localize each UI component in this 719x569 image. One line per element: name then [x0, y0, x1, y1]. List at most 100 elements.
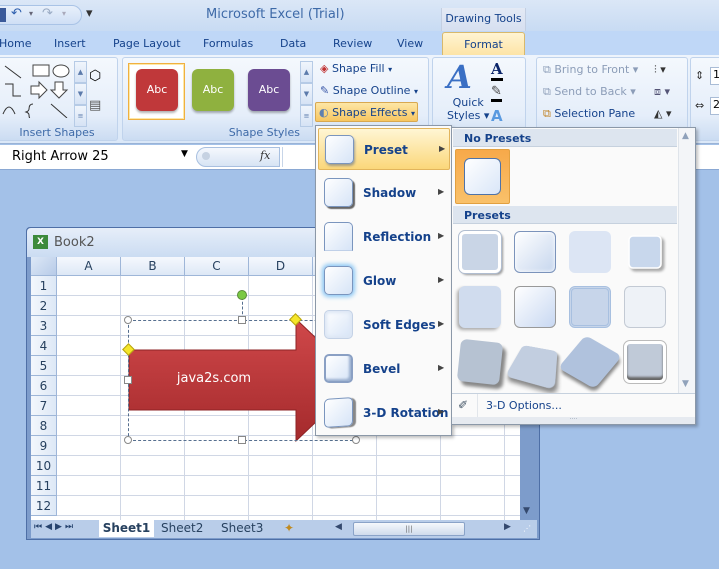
column-header[interactable]: D [249, 257, 313, 276]
hscroll-right-arrow[interactable]: ▶ [504, 522, 511, 532]
row-header[interactable]: 1 [31, 276, 57, 296]
resize-handle-bottom[interactable] [238, 436, 246, 444]
row-header[interactable]: 4 [31, 336, 57, 356]
group-icon[interactable]: ⧈ ▾ [654, 85, 670, 99]
gallery-resize-grip[interactable]: ···· [452, 417, 695, 424]
selection-pane-button[interactable]: ⧉ Selection Pane [543, 107, 635, 121]
preset-option[interactable] [569, 286, 611, 328]
preset-option[interactable] [514, 231, 556, 273]
style-swatch-red[interactable]: Abc [136, 69, 178, 111]
resize-handle-left[interactable] [124, 376, 132, 384]
text-effects-icon[interactable]: A [491, 107, 503, 125]
insert-sheet-icon[interactable]: ✦ [284, 520, 294, 537]
effects-menu-item-bevel[interactable]: Bevel ▶ [318, 348, 450, 390]
preset-option[interactable] [459, 286, 501, 328]
resize-handle-top-left[interactable] [124, 316, 132, 324]
expand-knob-icon[interactable] [202, 152, 210, 160]
send-to-back-button[interactable]: ⧉ Send to Back ▾ [543, 85, 636, 99]
gallery-scroll-up[interactable]: ▲ [682, 131, 689, 141]
row-header[interactable]: 9 [31, 436, 57, 456]
horizontal-scroll-thumb[interactable]: ||| [353, 522, 465, 536]
align-icon[interactable]: ⫶ ▾ [654, 63, 666, 77]
row-header[interactable]: 3 [31, 316, 57, 336]
tab-page-layout[interactable]: Page Layout [113, 37, 181, 50]
column-header[interactable]: C [185, 257, 249, 276]
tab-formulas[interactable]: Formulas [203, 37, 253, 50]
row-header[interactable]: 5 [31, 356, 57, 376]
rotation-handle[interactable] [237, 290, 247, 300]
effects-menu-item-soft-edges[interactable]: Soft Edges ▶ [318, 304, 450, 346]
row-header[interactable]: 11 [31, 476, 57, 496]
preset-option[interactable] [514, 286, 556, 328]
sheet-nav-buttons[interactable]: ⏮◀▶⏭ [34, 522, 76, 532]
effects-menu-item-preset[interactable]: Preset ▶ [318, 128, 450, 170]
row-header[interactable]: 6 [31, 376, 57, 396]
shapes-scroll-up[interactable]: ▲ [74, 61, 87, 83]
tab-format[interactable]: Format [442, 32, 525, 56]
column-header[interactable]: A [57, 257, 121, 276]
shapes-scroll-down[interactable]: ▼ [74, 83, 87, 105]
shape-outline-button[interactable]: ✎ Shape Outline ▾ [320, 84, 418, 97]
quick-styles-icon[interactable]: A [447, 58, 472, 96]
select-all-corner[interactable] [31, 257, 57, 276]
shape-fill-button[interactable]: ◈ Shape Fill ▾ [320, 62, 392, 75]
bring-to-front-button[interactable]: ⧉ Bring to Front ▾ [543, 63, 638, 77]
row-header[interactable]: 2 [31, 296, 57, 316]
resize-handle-top[interactable] [238, 316, 246, 324]
row-header[interactable]: 12 [31, 496, 57, 516]
effects-menu-item-shadow[interactable]: Shadow ▶ [318, 172, 450, 214]
shape-effects-button[interactable]: ◐ Shape Effects ▾ [315, 102, 418, 122]
tab-review[interactable]: Review [333, 37, 372, 50]
tab-insert[interactable]: Insert [54, 37, 86, 50]
hscroll-left-arrow[interactable]: ◀ [335, 522, 342, 532]
shapes-gallery[interactable] [1, 62, 73, 118]
sheet-tab-sheet1[interactable]: Sheet1 [99, 520, 154, 537]
effects-menu-item-reflection[interactable]: Reflection ▶ [318, 216, 450, 258]
text-box-icon[interactable]: ▤ [89, 98, 101, 113]
gallery-scroll-down[interactable]: ▼ [682, 379, 689, 389]
shape-width-input[interactable]: 2 [710, 97, 719, 115]
sheet-tab-sheet2[interactable]: Sheet2 [161, 520, 203, 537]
tab-home[interactable]: Home [0, 37, 31, 50]
style-swatch-purple[interactable]: Abc [248, 69, 290, 111]
row-header[interactable]: 8 [31, 416, 57, 436]
preset-option[interactable] [569, 231, 611, 273]
preset-option[interactable] [505, 345, 558, 390]
undo-icon[interactable]: ↶ [11, 6, 22, 22]
quick-styles-button[interactable]: Quick Styles ▾ [447, 96, 489, 122]
no-preset-option[interactable] [455, 149, 510, 204]
shape-height-input[interactable]: 1 [710, 67, 719, 85]
resize-handle-bottom-left[interactable] [124, 436, 132, 444]
styles-scroll-down[interactable]: ▼ [300, 83, 313, 105]
tab-data[interactable]: Data [280, 37, 306, 50]
save-icon[interactable] [0, 8, 6, 22]
preset-option[interactable] [628, 235, 662, 269]
preset-option[interactable] [558, 335, 622, 389]
preset-option[interactable] [459, 231, 501, 273]
redo-icon[interactable]: ↷ [42, 6, 53, 22]
column-header[interactable]: B [121, 257, 185, 276]
style-swatch-green[interactable]: Abc [192, 69, 234, 111]
row-header[interactable]: 10 [31, 456, 57, 476]
edit-shape-icon[interactable]: ⬡ [89, 68, 101, 84]
gallery-scrollbar[interactable]: ▲ ▼ [678, 128, 695, 393]
undo-dropdown-icon[interactable]: ▾ [29, 6, 33, 22]
text-outline-icon[interactable]: ✎ [491, 84, 502, 102]
effects-menu-item-glow[interactable]: Glow ▶ [318, 260, 450, 302]
styles-scroll-up[interactable]: ▲ [300, 61, 313, 83]
customize-qat-icon[interactable]: ▾ [86, 6, 93, 22]
rotate-icon[interactable]: ◭ ▾ [654, 107, 671, 120]
effects-menu-item-3-d-rotation[interactable]: 3-D Rotation ▶ [318, 392, 450, 434]
preset-option[interactable] [456, 338, 504, 386]
resize-grip-icon[interactable]: ⋰ [523, 524, 531, 533]
preset-option[interactable] [624, 341, 666, 383]
3d-options-item[interactable]: ✐ 3-D Options... [452, 393, 695, 418]
name-box[interactable]: Right Arrow 25 [12, 149, 109, 164]
name-box-dropdown-icon[interactable]: ▼ [181, 149, 188, 159]
preset-option[interactable] [624, 286, 666, 328]
scroll-down-arrow[interactable]: ▼ [523, 506, 530, 516]
styles-more[interactable]: ≡ [300, 105, 313, 127]
sheet-tab-sheet3[interactable]: Sheet3 [221, 520, 263, 537]
resize-handle-bottom-right[interactable] [352, 436, 360, 444]
tab-view[interactable]: View [397, 37, 423, 50]
